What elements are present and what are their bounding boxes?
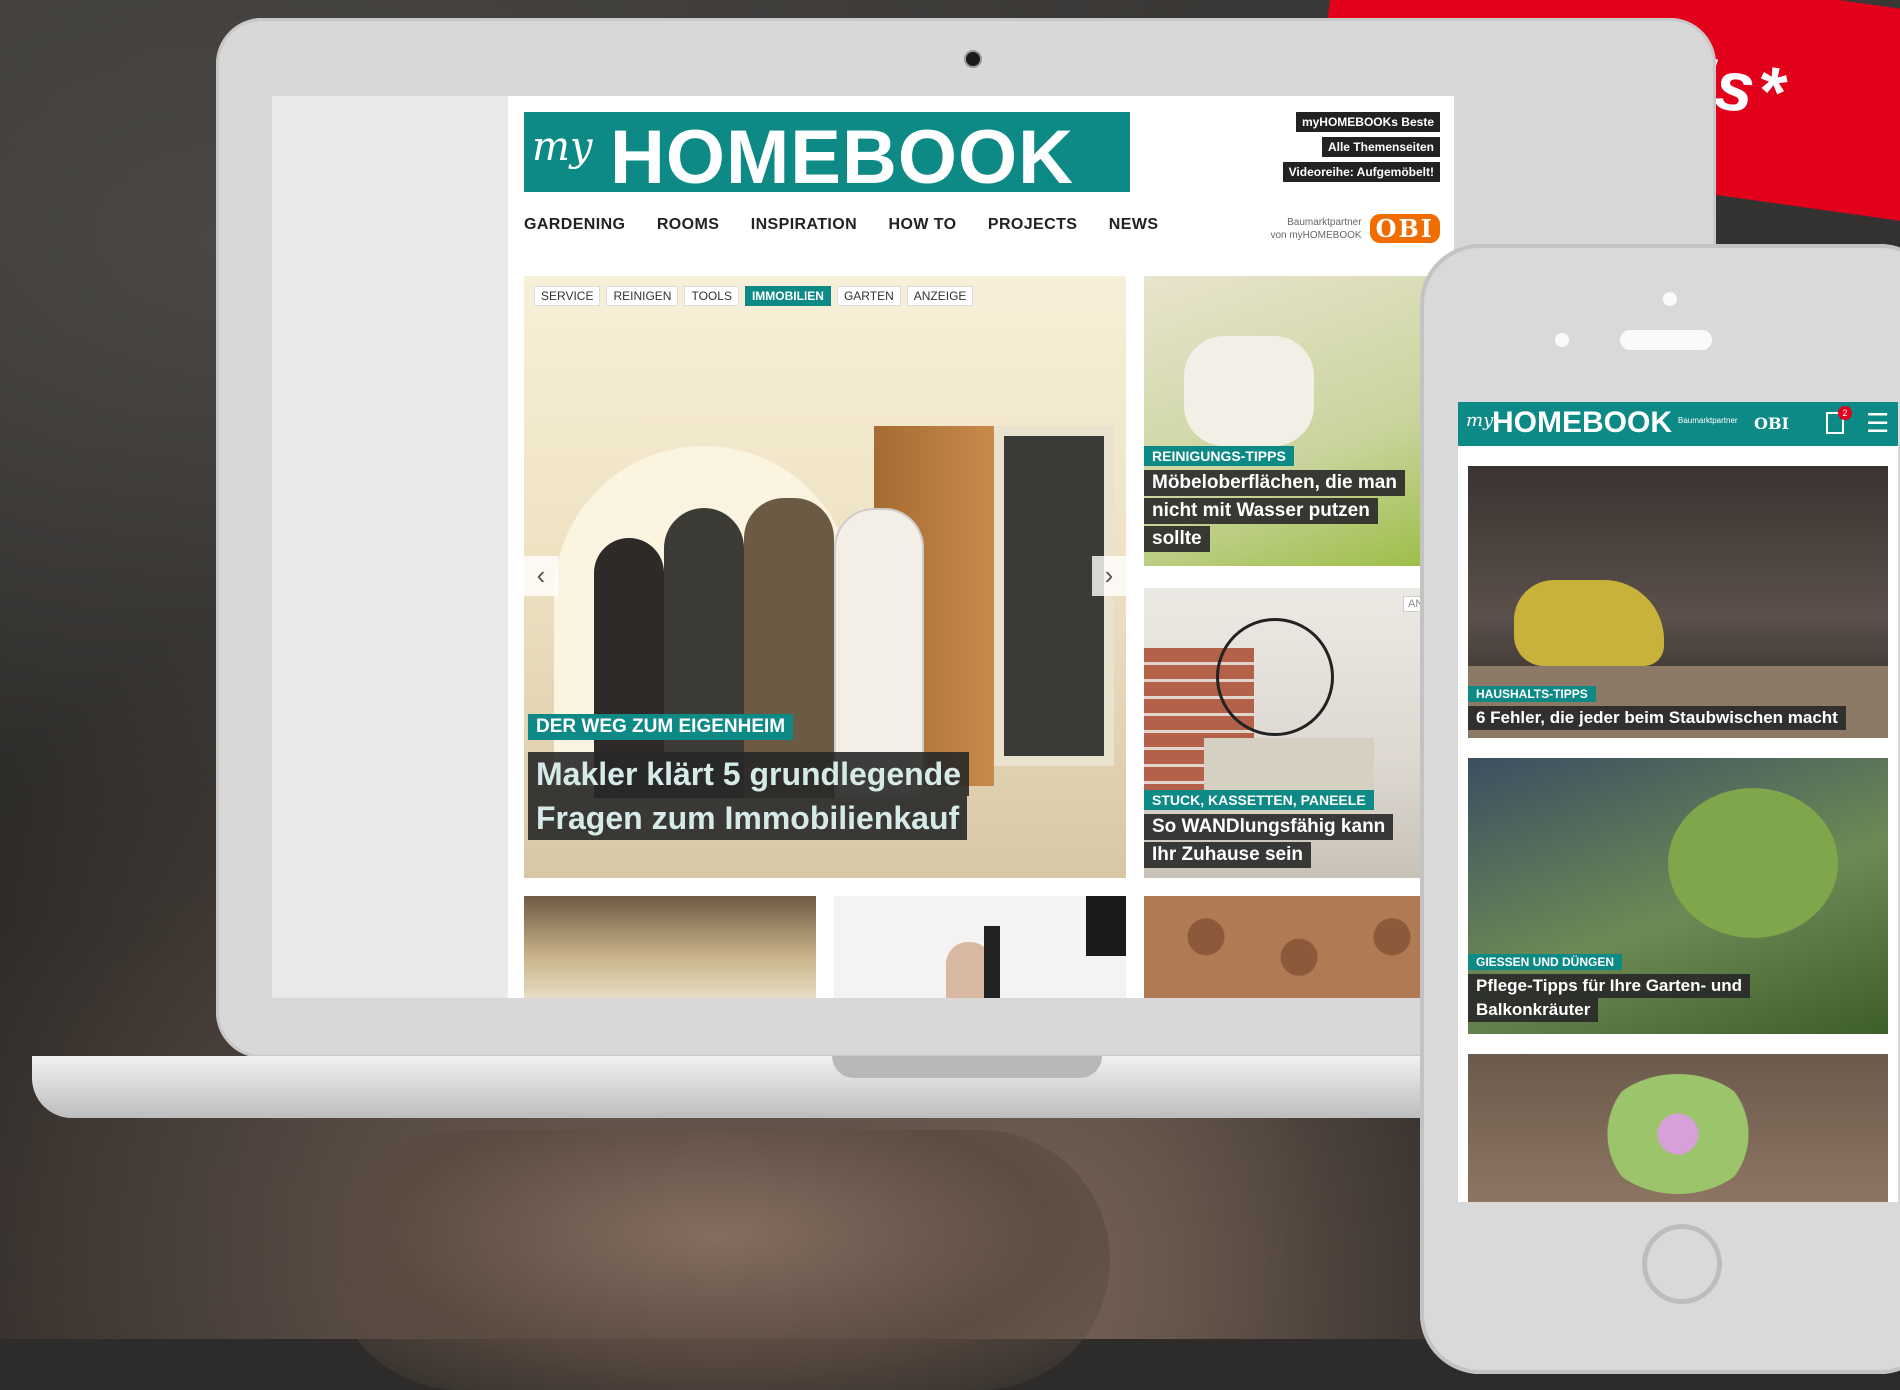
menu-icon[interactable]: ☰ bbox=[1866, 410, 1889, 436]
nav-gardening[interactable]: GARDENING bbox=[524, 216, 625, 234]
hero-tags: SERVICE REINIGEN TOOLS IMMOBILIEN GARTEN… bbox=[534, 286, 974, 306]
phone-article-2[interactable]: GIESSEN UND DÜNGEN Pflege-Tipps für Ihre… bbox=[1468, 758, 1888, 1034]
background-hands bbox=[330, 1130, 1110, 1390]
phone2-line1: Pflege-Tipps für Ihre Garten- und bbox=[1468, 974, 1751, 998]
bottom-article-3[interactable] bbox=[1144, 896, 1454, 998]
logo-name: HOMEBOOK bbox=[610, 115, 1074, 200]
phone-camera bbox=[1555, 333, 1569, 347]
side-article-2[interactable]: ANZEIG STUCK, KASSETTEN, PANEELE So WAND… bbox=[1144, 588, 1454, 878]
top-link-videoreihe[interactable]: Videoreihe: Aufgemöbelt! bbox=[1282, 162, 1440, 182]
nav-how-to[interactable]: HOW TO bbox=[889, 216, 957, 234]
phone2-kicker: GIESSEN UND DÜNGEN bbox=[1468, 954, 1623, 970]
phone-image-cloth bbox=[1514, 580, 1664, 666]
phone-screen: my HOMEBOOK Baumarktpartner OBI 2 ☰ HAUS… bbox=[1458, 402, 1898, 1202]
phone-sensor bbox=[1663, 292, 1677, 306]
smartphone: my HOMEBOOK Baumarktpartner OBI 2 ☰ HAUS… bbox=[1420, 244, 1900, 1374]
laptop-camera bbox=[966, 52, 980, 66]
side2-line1: So WANDlungsfähig kann bbox=[1144, 814, 1394, 840]
phone1-kicker: HAUSHALTS-TIPPS bbox=[1468, 686, 1596, 702]
hero-article[interactable]: SERVICE REINIGEN TOOLS IMMOBILIEN GARTEN… bbox=[524, 276, 1126, 878]
laptop-notch bbox=[832, 1056, 1102, 1078]
hero-headline-line1: Makler klärt 5 grundlegende bbox=[528, 752, 970, 796]
phone-article-1[interactable]: HAUSHALTS-TIPPS 6 Fehler, die jeder beim… bbox=[1468, 466, 1888, 738]
site-logo[interactable]: my HOMEBOOK bbox=[524, 112, 1130, 200]
side-image-mirror bbox=[1216, 618, 1334, 736]
top-link-themenseiten[interactable]: Alle Themenseiten bbox=[1321, 137, 1440, 157]
hero-headline-line2: Fragen zum Immobilienkauf bbox=[528, 796, 968, 840]
phone-logo-my: my bbox=[1466, 410, 1494, 431]
hero-image-window bbox=[994, 426, 1114, 766]
bottom-image-softbox bbox=[1086, 896, 1126, 956]
partner-text: Baumarktpartner von myHOMEBOOK bbox=[1270, 216, 1361, 242]
website-page: my HOMEBOOK myHOMEBOOKs Beste Alle Theme… bbox=[508, 96, 1454, 998]
bottom-article-2[interactable] bbox=[834, 896, 1126, 998]
nav-news[interactable]: NEWS bbox=[1109, 216, 1159, 234]
tag-reinigen[interactable]: REINIGEN bbox=[606, 286, 679, 306]
partner-text-line1: Baumarktpartner bbox=[1287, 216, 1362, 228]
hero-prev-arrow[interactable]: ‹ bbox=[524, 556, 558, 596]
tag-service[interactable]: SERVICE bbox=[534, 286, 601, 306]
side1-line2: nicht mit Wasser putzen bbox=[1144, 498, 1378, 524]
side2-line2: Ihr Zuhause sein bbox=[1144, 842, 1311, 868]
phone-image-flowers bbox=[1598, 1074, 1758, 1194]
side-image-glove bbox=[1184, 336, 1314, 446]
hero-kicker: DER WEG ZUM EIGENHEIM bbox=[528, 714, 794, 740]
nav-projects[interactable]: PROJECTS bbox=[988, 216, 1077, 234]
hero-next-arrow[interactable]: › bbox=[1092, 556, 1126, 596]
side1-line1: Möbeloberflächen, die man bbox=[1144, 470, 1405, 496]
side1-kicker: REINIGUNGS-TIPPS bbox=[1144, 446, 1294, 466]
bottom-article-1[interactable] bbox=[524, 896, 816, 998]
tag-anzeige[interactable]: ANZEIGE bbox=[906, 286, 974, 306]
phone-home-button[interactable] bbox=[1642, 1224, 1722, 1304]
phone-header: my HOMEBOOK Baumarktpartner OBI 2 ☰ bbox=[1458, 402, 1898, 446]
side-article-1[interactable]: REINIGUNGS-TIPPS Möbeloberflächen, die m… bbox=[1144, 276, 1454, 566]
laptop-base bbox=[32, 1056, 1592, 1118]
phone-article-3[interactable] bbox=[1468, 1054, 1888, 1202]
side1-line3: sollte bbox=[1144, 526, 1210, 552]
nav-inspiration[interactable]: INSPIRATION bbox=[751, 216, 857, 234]
phone-obi-logo: OBI bbox=[1754, 414, 1789, 433]
obi-logo: OBI bbox=[1369, 214, 1440, 243]
top-links: myHOMEBOOKs Beste Alle Themenseiten Vide… bbox=[1282, 112, 1440, 187]
phone-partner-text: Baumarktpartner bbox=[1678, 416, 1738, 425]
notification-badge: 2 bbox=[1838, 406, 1852, 420]
phone-speaker bbox=[1620, 330, 1712, 350]
top-link-beste[interactable]: myHOMEBOOKs Beste bbox=[1295, 112, 1440, 132]
main-nav: GARDENING ROOMS INSPIRATION HOW TO PROJE… bbox=[524, 216, 1185, 234]
laptop-screen: my HOMEBOOK myHOMEBOOKs Beste Alle Theme… bbox=[272, 96, 1454, 998]
side2-kicker: STUCK, KASSETTEN, PANEELE bbox=[1144, 790, 1374, 810]
nav-rooms[interactable]: ROOMS bbox=[657, 216, 719, 234]
phone-image-plant bbox=[1668, 788, 1838, 938]
phone2-line2: Balkonkräuter bbox=[1468, 998, 1599, 1022]
phone1-line1: 6 Fehler, die jeder beim Staubwischen ma… bbox=[1468, 706, 1846, 730]
tag-immobilien[interactable]: IMMOBILIEN bbox=[744, 286, 831, 306]
logo-my: my bbox=[532, 124, 593, 170]
partner-block[interactable]: Baumarktpartner von myHOMEBOOK OBI bbox=[1270, 214, 1440, 243]
tag-garten[interactable]: GARTEN bbox=[836, 286, 901, 306]
bottom-image-tripod bbox=[984, 926, 1000, 998]
phone-logo-name: HOMEBOOK bbox=[1492, 406, 1672, 439]
tag-tools[interactable]: TOOLS bbox=[684, 286, 739, 306]
partner-text-line2: von myHOMEBOOK bbox=[1270, 229, 1362, 241]
